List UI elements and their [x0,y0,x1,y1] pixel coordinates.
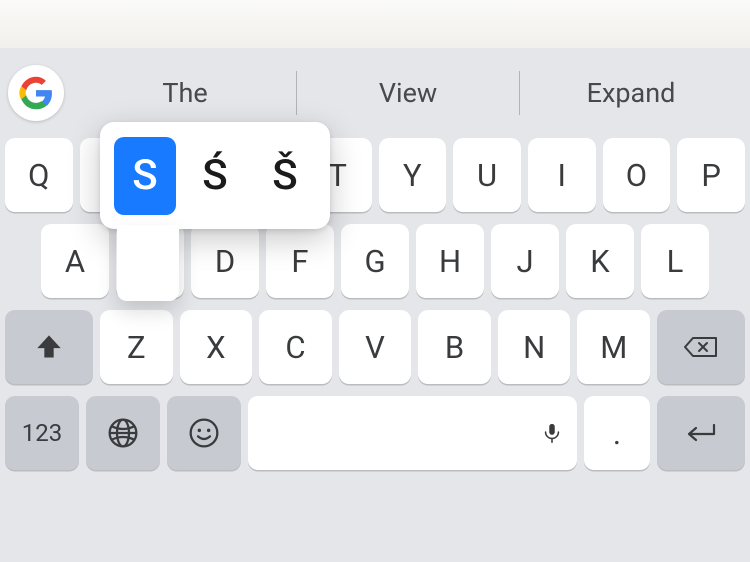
key-z[interactable]: Z [100,310,173,384]
emoji-icon [188,417,220,449]
google-logo-icon [19,76,53,110]
key-p[interactable]: P [677,138,745,212]
key-j[interactable]: J [491,224,559,298]
key-m[interactable]: M [577,310,650,384]
period-key[interactable]: . [584,396,650,470]
numeric-key-label: 123 [22,419,62,447]
accent-option-s[interactable]: S [114,137,176,215]
key-row-3: Z X C V B N M [5,310,745,384]
google-search-button[interactable] [8,65,64,121]
key-f[interactable]: F [266,224,334,298]
return-icon [684,421,718,445]
accent-option-s-acute[interactable]: Ś [184,137,246,215]
numeric-key[interactable]: 123 [5,396,79,470]
suggestion-bar: The View Expand [0,58,750,128]
mic-icon [541,422,563,444]
key-a[interactable]: A [41,224,109,298]
key-n[interactable]: N [498,310,571,384]
delete-key[interactable] [657,310,745,384]
suggestion-1[interactable]: View [297,65,519,121]
enter-key[interactable] [657,396,745,470]
key-c[interactable]: C [259,310,332,384]
key-g[interactable]: G [341,224,409,298]
key-row-4: 123 [5,396,745,470]
app-content-area [0,0,750,48]
space-key[interactable] [248,396,577,470]
key-d[interactable]: D [191,224,259,298]
key-x[interactable]: X [180,310,253,384]
key-h[interactable]: H [416,224,484,298]
key-u[interactable]: U [453,138,521,212]
globe-icon [107,417,139,449]
key-v[interactable]: V [339,310,412,384]
key-y[interactable]: Y [379,138,447,212]
key-b[interactable]: B [418,310,491,384]
key-l[interactable]: L [641,224,709,298]
key-o[interactable]: O [603,138,671,212]
suggestion-0[interactable]: The [74,65,296,121]
key-q[interactable]: Q [5,138,73,212]
emoji-key[interactable] [167,396,241,470]
key-rows: S Ś Š Q W E R T Y U I O P A S D F G H J … [0,128,750,470]
key-i[interactable]: I [528,138,596,212]
shift-key[interactable] [5,310,93,384]
suggestion-2[interactable]: Expand [520,65,742,121]
globe-key[interactable] [86,396,160,470]
key-row-2: A S D F G H J K L [5,224,745,298]
accent-option-s-caron[interactable]: Š [254,137,316,215]
backspace-icon [683,333,719,361]
shift-icon [35,333,63,361]
accent-popup: S Ś Š [100,122,330,229]
key-k[interactable]: K [566,224,634,298]
suggestion-list: The View Expand [74,65,742,121]
onscreen-keyboard: The View Expand S Ś Š Q W E R T Y U I O … [0,48,750,562]
